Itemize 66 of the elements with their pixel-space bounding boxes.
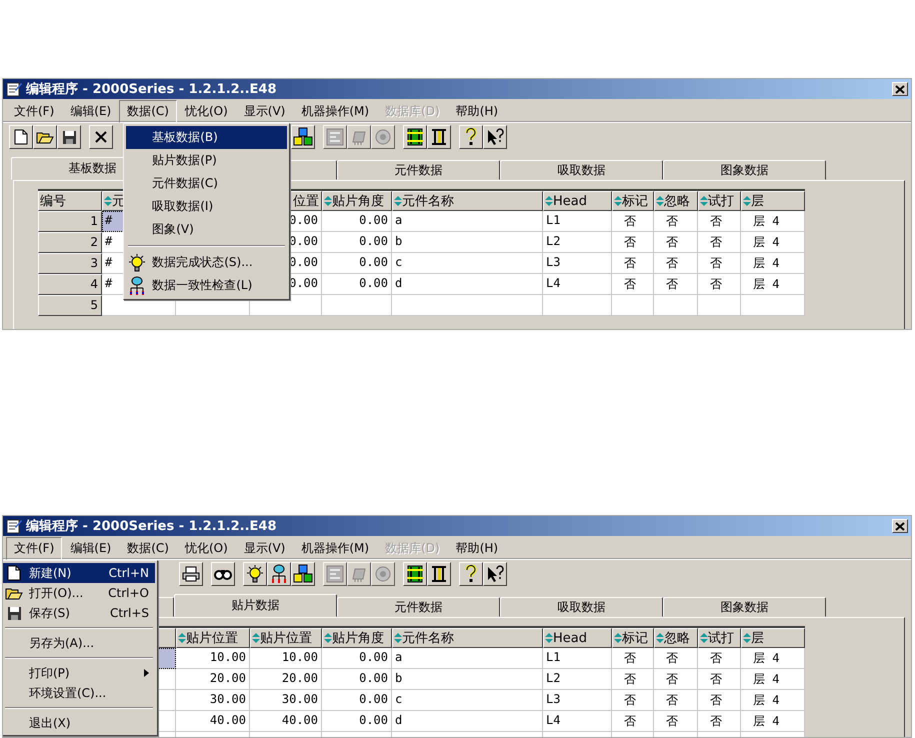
table-cell: 否	[654, 690, 698, 711]
table-cell: 层 4	[741, 690, 805, 711]
table-cell: 0.00	[322, 648, 392, 669]
table-cell: 否	[612, 232, 654, 253]
table-cell: L2	[543, 232, 612, 253]
table-cell: 0.00	[322, 711, 392, 732]
table-cell: 0.00	[322, 690, 392, 711]
table-cell: 10.00	[176, 648, 250, 669]
table-cell: a	[392, 648, 543, 669]
table-cell: 0.00	[322, 253, 392, 274]
table-cell: 否	[698, 274, 741, 295]
table-cell: 0.00	[322, 274, 392, 295]
table-cell: L2	[543, 669, 612, 690]
table-cell: 层 4	[741, 648, 805, 669]
table-cell: 否	[698, 232, 741, 253]
table-cell: 否	[612, 711, 654, 732]
table-cell: L4	[543, 274, 612, 295]
table-cell: 0.00	[322, 669, 392, 690]
table-cell: 层 4	[741, 274, 805, 295]
table-cell: 否	[612, 669, 654, 690]
table-cell: 10.00	[250, 648, 322, 669]
table-cell: b	[392, 232, 543, 253]
table-cell: b	[392, 669, 543, 690]
table-cell: c	[392, 690, 543, 711]
table-cell: 层 4	[741, 669, 805, 690]
table-cell: 否	[654, 711, 698, 732]
table-cell: 否	[698, 669, 741, 690]
table-cell: L4	[543, 711, 612, 732]
table-cell: d	[392, 711, 543, 732]
table-cell: 否	[654, 232, 698, 253]
table-cell: a	[392, 211, 543, 232]
window-title: 编辑程序 - 2000Series - 1.2.1.2..E48	[26, 518, 278, 535]
table-cell: 否	[698, 211, 741, 232]
table-cell: 否	[654, 648, 698, 669]
table-cell: 否	[654, 669, 698, 690]
table-cell: 30.00	[176, 690, 250, 711]
table-cell: 40.00	[176, 711, 250, 732]
table-cell: 层 4	[741, 711, 805, 732]
table-cell: d	[392, 274, 543, 295]
table-cell: 否	[698, 711, 741, 732]
table-cell: 0.00	[322, 211, 392, 232]
table-cell: 层 4	[741, 232, 805, 253]
table-cell: 20.00	[176, 669, 250, 690]
table-cell: 否	[654, 253, 698, 274]
table-cell: 否	[698, 690, 741, 711]
table-cell: 0.00	[322, 232, 392, 253]
table-cell: 层 4	[741, 211, 805, 232]
table-cell: 否	[698, 253, 741, 274]
table-cell: 否	[612, 274, 654, 295]
window-title: 编辑程序 - 2000Series - 1.2.1.2..E48	[26, 80, 278, 98]
table-cell: c	[392, 253, 543, 274]
table-cell: L1	[543, 648, 612, 669]
table-cell: 否	[698, 648, 741, 669]
table-cell: 20.00	[250, 669, 322, 690]
table-cell: 否	[612, 690, 654, 711]
table-cell: 否	[612, 211, 654, 232]
table-cell: L1	[543, 211, 612, 232]
table-cell: 否	[612, 253, 654, 274]
table-cell: L3	[543, 690, 612, 711]
table-cell: 否	[612, 648, 654, 669]
table-cell: 否	[654, 211, 698, 232]
table-cell: 40.00	[250, 711, 322, 732]
table-cell: 否	[654, 274, 698, 295]
table-cell: 30.00	[250, 690, 322, 711]
table-cell: 层 4	[741, 253, 805, 274]
table-cell: L3	[543, 253, 612, 274]
